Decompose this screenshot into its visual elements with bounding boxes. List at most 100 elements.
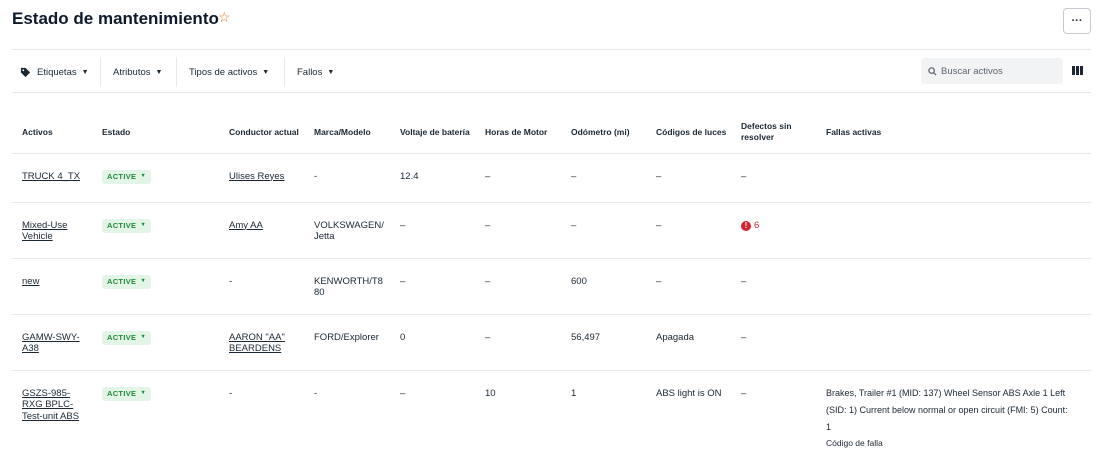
chevron-down-icon: ▼ — [140, 277, 147, 284]
status-label: ACTIVE — [107, 388, 137, 398]
asset-types-filter-label: Tipos de activos — [189, 66, 258, 78]
make-model-cell: VOLKSWAGEN/Jetta — [304, 202, 390, 259]
chevron-down-icon: ▼ — [140, 221, 147, 228]
search-input[interactable] — [941, 65, 1056, 77]
table-row[interactable]: GSZS-985-RXG BPLC-Test-unit ABS ACTIVE ▼ … — [12, 370, 1091, 457]
make-model-cell: KENWORTH/T880 — [304, 258, 390, 315]
battery-cell: 0 — [390, 314, 475, 371]
asset-link[interactable]: GAMW-SWY-A38 — [22, 332, 80, 355]
column-header-driver[interactable]: Conductor actual — [219, 112, 304, 154]
tags-filter-label: Etiquetas — [37, 66, 77, 78]
table-row[interactable]: TRUCK 4_TX ACTIVE ▼ Ulises Reyes - 12.4 –… — [12, 153, 1091, 203]
page-title: Estado de mantenimiento — [12, 9, 219, 28]
chevron-down-icon: ▼ — [140, 333, 147, 340]
odometer-cell: 600 — [561, 258, 646, 315]
search-box — [921, 58, 1063, 84]
defects-cell: – — [731, 258, 816, 315]
driver-link[interactable]: Amy AA — [229, 220, 263, 231]
tags-filter-dropdown[interactable]: Etiquetas ▼ — [20, 57, 89, 87]
engine-hours-cell: – — [475, 202, 561, 259]
driver-cell: - — [219, 258, 304, 315]
asset-link[interactable]: GSZS-985-RXG BPLC-Test-unit ABS — [22, 388, 79, 422]
make-model-cell: FORD/Explorer — [304, 314, 390, 371]
light-codes-cell: ABS light is ON — [646, 370, 731, 457]
driver-cell: - — [219, 370, 304, 457]
column-header-defects[interactable]: Defectos sin resolver — [731, 112, 816, 154]
table-row[interactable]: new ACTIVE ▼ - KENWORTH/T880 – – 600 – – — [12, 258, 1091, 315]
status-badge[interactable]: ACTIVE ▼ — [102, 169, 152, 184]
active-faults-cell — [816, 202, 1091, 259]
chevron-down-icon: ▼ — [81, 68, 89, 76]
status-label: ACTIVE — [107, 171, 137, 181]
status-badge[interactable]: ACTIVE ▼ — [102, 386, 152, 401]
odometer-cell: 1 — [561, 370, 646, 457]
faults-filter-label: Fallos — [297, 66, 323, 78]
active-faults-cell — [816, 314, 1091, 371]
table-row[interactable]: Mixed-Use Vehicle ACTIVE ▼ Amy AA VOLKSWA… — [12, 202, 1091, 259]
status-badge[interactable]: ACTIVE ▼ — [102, 274, 152, 289]
make-model-cell: - — [304, 153, 390, 203]
faults-filter-dropdown[interactable]: Fallos ▼ — [297, 57, 334, 87]
battery-cell: – — [390, 370, 475, 457]
asset-types-filter-dropdown[interactable]: Tipos de activos ▼ — [189, 57, 269, 87]
column-header-light-codes[interactable]: Códigos de luces — [646, 112, 731, 154]
unresolved-defects-count[interactable]: ! 6 — [741, 220, 759, 232]
tag-icon — [20, 67, 31, 77]
battery-cell: – — [390, 202, 475, 259]
light-codes-cell: – — [646, 202, 731, 259]
active-fault-description: Brakes, Trailer #1 (MID: 137) Wheel Sens… — [826, 387, 1068, 432]
chevron-down-icon: ▼ — [327, 68, 335, 76]
odometer-cell: – — [561, 202, 646, 259]
chevron-down-icon: ▼ — [140, 389, 147, 396]
engine-hours-cell: – — [475, 258, 561, 315]
column-header-battery[interactable]: Voltaje de batería — [390, 112, 475, 154]
engine-hours-cell: – — [475, 153, 561, 203]
engine-hours-cell: – — [475, 314, 561, 371]
page-header: Estado de mantenimiento ☆ ··· — [12, 0, 1091, 50]
alert-icon: ! — [741, 220, 751, 231]
asset-link[interactable]: TRUCK 4_TX — [22, 171, 80, 182]
attributes-filter-label: Atributos — [113, 66, 151, 78]
asset-link[interactable]: new — [22, 276, 39, 287]
more-options-button[interactable]: ··· — [1063, 8, 1091, 34]
status-label: ACTIVE — [107, 276, 137, 286]
attributes-filter-dropdown[interactable]: Atributos ▼ — [113, 57, 162, 87]
table-row[interactable]: GAMW-SWY-A38 ACTIVE ▼ AARON "AA" BEARDENS… — [12, 314, 1091, 371]
column-header-engine-hours[interactable]: Horas de Motor — [475, 112, 561, 154]
odometer-cell: 56,497 — [561, 314, 646, 371]
light-codes-cell: – — [646, 258, 731, 315]
active-faults-cell: Brakes, Trailer #1 (MID: 137) Wheel Sens… — [816, 370, 1091, 457]
status-badge[interactable]: ACTIVE ▼ — [102, 218, 152, 233]
columns-icon[interactable] — [1072, 66, 1083, 75]
column-header-status[interactable]: Estado — [92, 112, 219, 154]
defects-cell: – — [731, 370, 816, 457]
driver-link[interactable]: Ulises Reyes — [229, 171, 284, 182]
filter-divider — [284, 57, 285, 87]
defects-cell: – — [731, 314, 816, 371]
light-codes-cell: Apagada — [646, 314, 731, 371]
defects-cell: – — [731, 153, 816, 203]
fault-code-label[interactable]: Código de falla — [826, 436, 1075, 450]
make-model-cell: - — [304, 370, 390, 457]
filter-divider — [176, 57, 177, 87]
status-label: ACTIVE — [107, 332, 137, 342]
column-header-asset[interactable]: Activos — [12, 112, 92, 154]
column-header-make-model[interactable]: Marca/Modelo — [304, 112, 390, 154]
status-label: ACTIVE — [107, 220, 137, 230]
column-header-active-faults[interactable]: Fallas activas — [816, 112, 1091, 154]
maintenance-table: Activos Estado Conductor actual Marca/Mo… — [12, 112, 1091, 457]
active-faults-cell — [816, 153, 1091, 203]
favorite-star-icon[interactable]: ☆ — [218, 9, 231, 26]
battery-cell: – — [390, 258, 475, 315]
search-icon — [928, 66, 937, 76]
battery-cell: 12.4 — [390, 153, 475, 203]
column-header-odometer[interactable]: Odómetro (mi) — [561, 112, 646, 154]
active-faults-cell — [816, 258, 1091, 315]
asset-link[interactable]: Mixed-Use Vehicle — [22, 220, 67, 243]
engine-hours-cell: 10 — [475, 370, 561, 457]
defects-count-label: 6 — [754, 219, 760, 231]
status-badge[interactable]: ACTIVE ▼ — [102, 330, 152, 345]
light-codes-cell: – — [646, 153, 731, 203]
driver-link[interactable]: AARON "AA" BEARDENS — [229, 332, 285, 355]
odometer-cell: – — [561, 153, 646, 203]
